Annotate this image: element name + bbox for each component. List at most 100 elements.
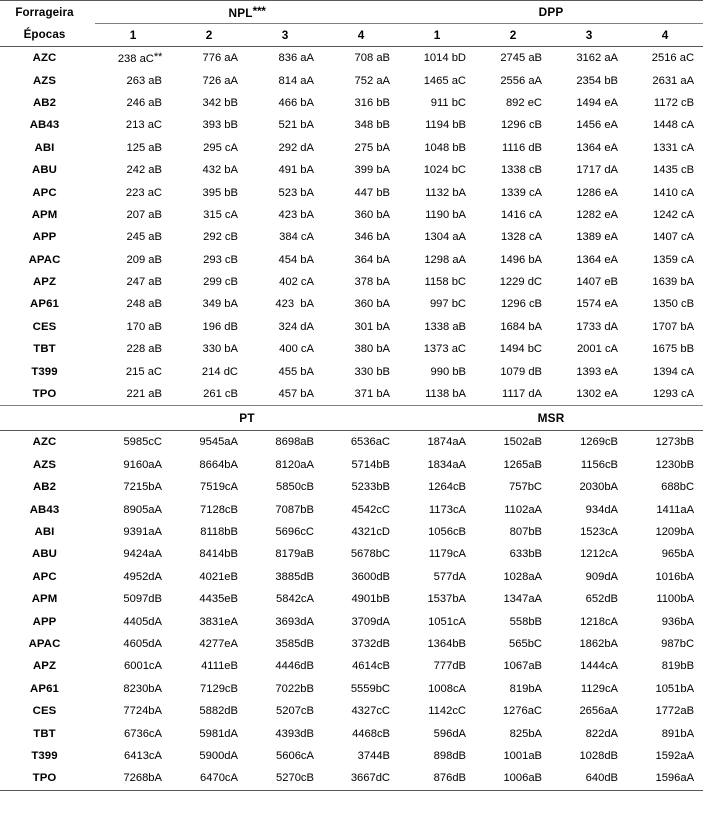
row-label-abu: ABU — [32, 548, 57, 561]
cell-ap61-c3: 423 bA — [275, 298, 314, 311]
table-row: AP61 248 aB 349 bA 423 bA 360 bA 997 bC 1296 c… — [0, 293, 703, 315]
cell-apz-c8: 819bB — [661, 660, 695, 673]
cell-ces-c6: 1684 bA — [500, 320, 543, 333]
cell-apm-c5: 1537bA — [427, 593, 467, 606]
cell-apc-c5: 577dA — [433, 570, 467, 583]
row-label-app: APP — [32, 231, 57, 244]
cell-ap61-c5: 1008cA — [428, 682, 467, 695]
cell-apz-c3: 402 cA — [279, 276, 314, 289]
cell-apc-c1: 223 aC — [125, 186, 162, 199]
cell-ab2-c7: 2030bA — [579, 481, 619, 494]
table-row: AP61 8230bA 7129cB 7022bB 5559bC 1008cA 819bA 1… — [0, 678, 703, 700]
cell-ab43-c2: 393 bB — [202, 119, 238, 132]
cell-abi-c8: 1331 cA — [653, 141, 695, 154]
cell-apm-c7: 1282 eA — [576, 208, 619, 221]
cell-apc-c2: 4021eB — [199, 570, 238, 583]
cell-azc-c5: 1014 bD — [423, 52, 467, 65]
cell-app-c5: 1051cA — [428, 615, 467, 628]
cell-ap61-c2: 349 bA — [202, 298, 238, 311]
cell-apz-c7: 1444cA — [580, 660, 619, 673]
table-row: T399 215 aC 214 dC 455 bA 330 bB 990 bB 1079 d… — [0, 360, 703, 382]
cell-t399-c4: 330 bB — [354, 365, 391, 378]
section-banner-spacer — [0, 405, 95, 432]
cell-tbt-c8: 891bA — [661, 727, 695, 740]
table-row: APP 245 aB 292 cB 384 cA 346 bA 1304 aA 1328 c… — [0, 226, 703, 248]
cell-tbt-c5: 1373 aC — [423, 343, 467, 356]
row-label-abu: ABU — [32, 164, 57, 177]
cell-abi-c2: 8118bB — [200, 526, 238, 538]
cell-ab43-c3: 7087bB — [275, 503, 314, 516]
cell-app-c1: 245 aB — [126, 231, 162, 244]
cell-apac-c3: 454 bA — [278, 253, 314, 266]
cell-ab43-c8: 1448 cA — [653, 119, 695, 132]
row-label-t399: T399 — [31, 749, 58, 762]
cell-apac-c2: 4277eA — [199, 637, 238, 650]
cell-abu-c8: 1435 cB — [653, 164, 695, 177]
cell-tbt-c4: 4468cB — [352, 727, 391, 740]
cell-azs-c2: 8664bA — [199, 458, 238, 471]
cell-azs-c2: 726 aA — [202, 74, 238, 87]
cell-ab2-c1: 7215bA — [123, 481, 162, 494]
cell-apc-c7: 1286 eA — [576, 186, 619, 199]
cell-ap61-c8: 1350 cB — [653, 298, 695, 311]
cell-tbt-c2: 330 bA — [202, 343, 238, 356]
cell-abu-c3: 8179aB — [275, 548, 314, 561]
table-row: AZS 9160aA 8664bA 8120aA 5714bB 1834aA 1265aB 1… — [0, 454, 703, 476]
table-row: APM 5097dB 4435eB 5842cA 4901bB 1537bA 1347aA 6… — [0, 588, 703, 610]
group-header-dpp: DPP — [399, 0, 703, 24]
cell-apc-c1: 4952dA — [123, 570, 162, 583]
table-row: ABI 9391aA 8118bB 5696cC 4321cD 1056cB 807bB 15… — [0, 521, 703, 543]
section-banner-pt: PT — [95, 405, 400, 432]
cell-apac-c1: 209 aB — [126, 253, 162, 266]
table-row: AB2 246 aB 342 bB 466 bA 316 bB 911 bC 892 eC 1… — [0, 92, 703, 114]
cell-apm-c6: 1347aA — [503, 593, 543, 606]
cell-ap61-c4: 360 bA — [354, 298, 391, 311]
group-header-label: NPL — [228, 6, 253, 20]
cell-tbt-c2: 5981dA — [199, 727, 238, 740]
cell-apac-c4: 3732dB — [351, 637, 391, 650]
cell-ab43-c2: 7128cB — [200, 503, 238, 516]
cell-apc-c7: 909dA — [585, 570, 619, 583]
cell-abi-c7: 1364 eA — [576, 141, 619, 154]
cell-tbt-c7: 2001 cA — [576, 343, 619, 356]
cell-t399-c8: 1394 cA — [653, 365, 695, 378]
cell-apz-c6: 1067aB — [503, 660, 543, 673]
cell-azs-c5: 1465 aC — [423, 74, 467, 87]
cell-ces-c5: 1338 aB — [424, 320, 467, 333]
epoca-header-3: 3 — [247, 23, 323, 47]
table-row: APP 4405dA 3831eA 3693dA 3709dA 1051cA 558bB 12… — [0, 610, 703, 632]
cell-ces-c3: 5207cB — [276, 705, 314, 718]
cell-app-c3: 384 cA — [279, 231, 314, 244]
cell-ap61-c5: 997 bC — [429, 298, 467, 311]
epoca-header-2: 2 — [171, 23, 247, 47]
cell-azc-c6: 1502aB — [503, 436, 543, 449]
cell-abu-c1: 9424aA — [123, 548, 162, 561]
cell-apm-c1: 207 aB — [126, 208, 162, 221]
cell-abu-c1: 242 aB — [126, 164, 162, 177]
corner-label-epocas: Épocas — [0, 23, 95, 47]
cell-ap61-c8: 1051bA — [655, 682, 695, 695]
cell-tpo-c1: 221 aB — [126, 388, 162, 401]
cell-apac-c7: 1862bA — [579, 637, 619, 650]
cell-ap61-c2: 7129cB — [200, 682, 238, 695]
cell-apm-c3: 423 bA — [278, 208, 314, 221]
cell-apc-c8: 1410 cA — [653, 186, 695, 199]
cell-ab43-c8: 1411aA — [656, 503, 695, 516]
cell-tpo-c6: 1117 dA — [501, 388, 543, 401]
cell-tpo-c4: 3667dC — [323, 767, 400, 791]
group-header-row: Forrageira NPL*** DPP — [0, 0, 703, 24]
cell-apac-c6: 1496 bA — [500, 253, 543, 266]
cell-app-c6: 1328 cA — [500, 231, 543, 244]
cell-t399-c5: 990 bB — [430, 365, 467, 378]
cell-ab2-c1: 246 aB — [126, 96, 162, 109]
table-row: AB43 213 aC 393 bB 521 bA 348 bB 1194 bB 1296 … — [0, 114, 703, 136]
cell-apc-c5: 1132 bA — [425, 186, 467, 199]
cell-tpo-c5: 1138 bA — [425, 388, 467, 401]
cell-azc-c2: 9545aA — [199, 436, 238, 449]
cell-ap61-c6: 819bA — [509, 682, 543, 695]
cell-t399-c8: 1592aA — [655, 749, 695, 762]
cell-app-c7: 1389 eA — [576, 231, 619, 244]
cell-abi-c2: 295 cA — [203, 141, 238, 154]
cell-azc-c8: 1273bB — [655, 436, 695, 449]
cell-abi-c4: 4321cD — [351, 526, 391, 538]
